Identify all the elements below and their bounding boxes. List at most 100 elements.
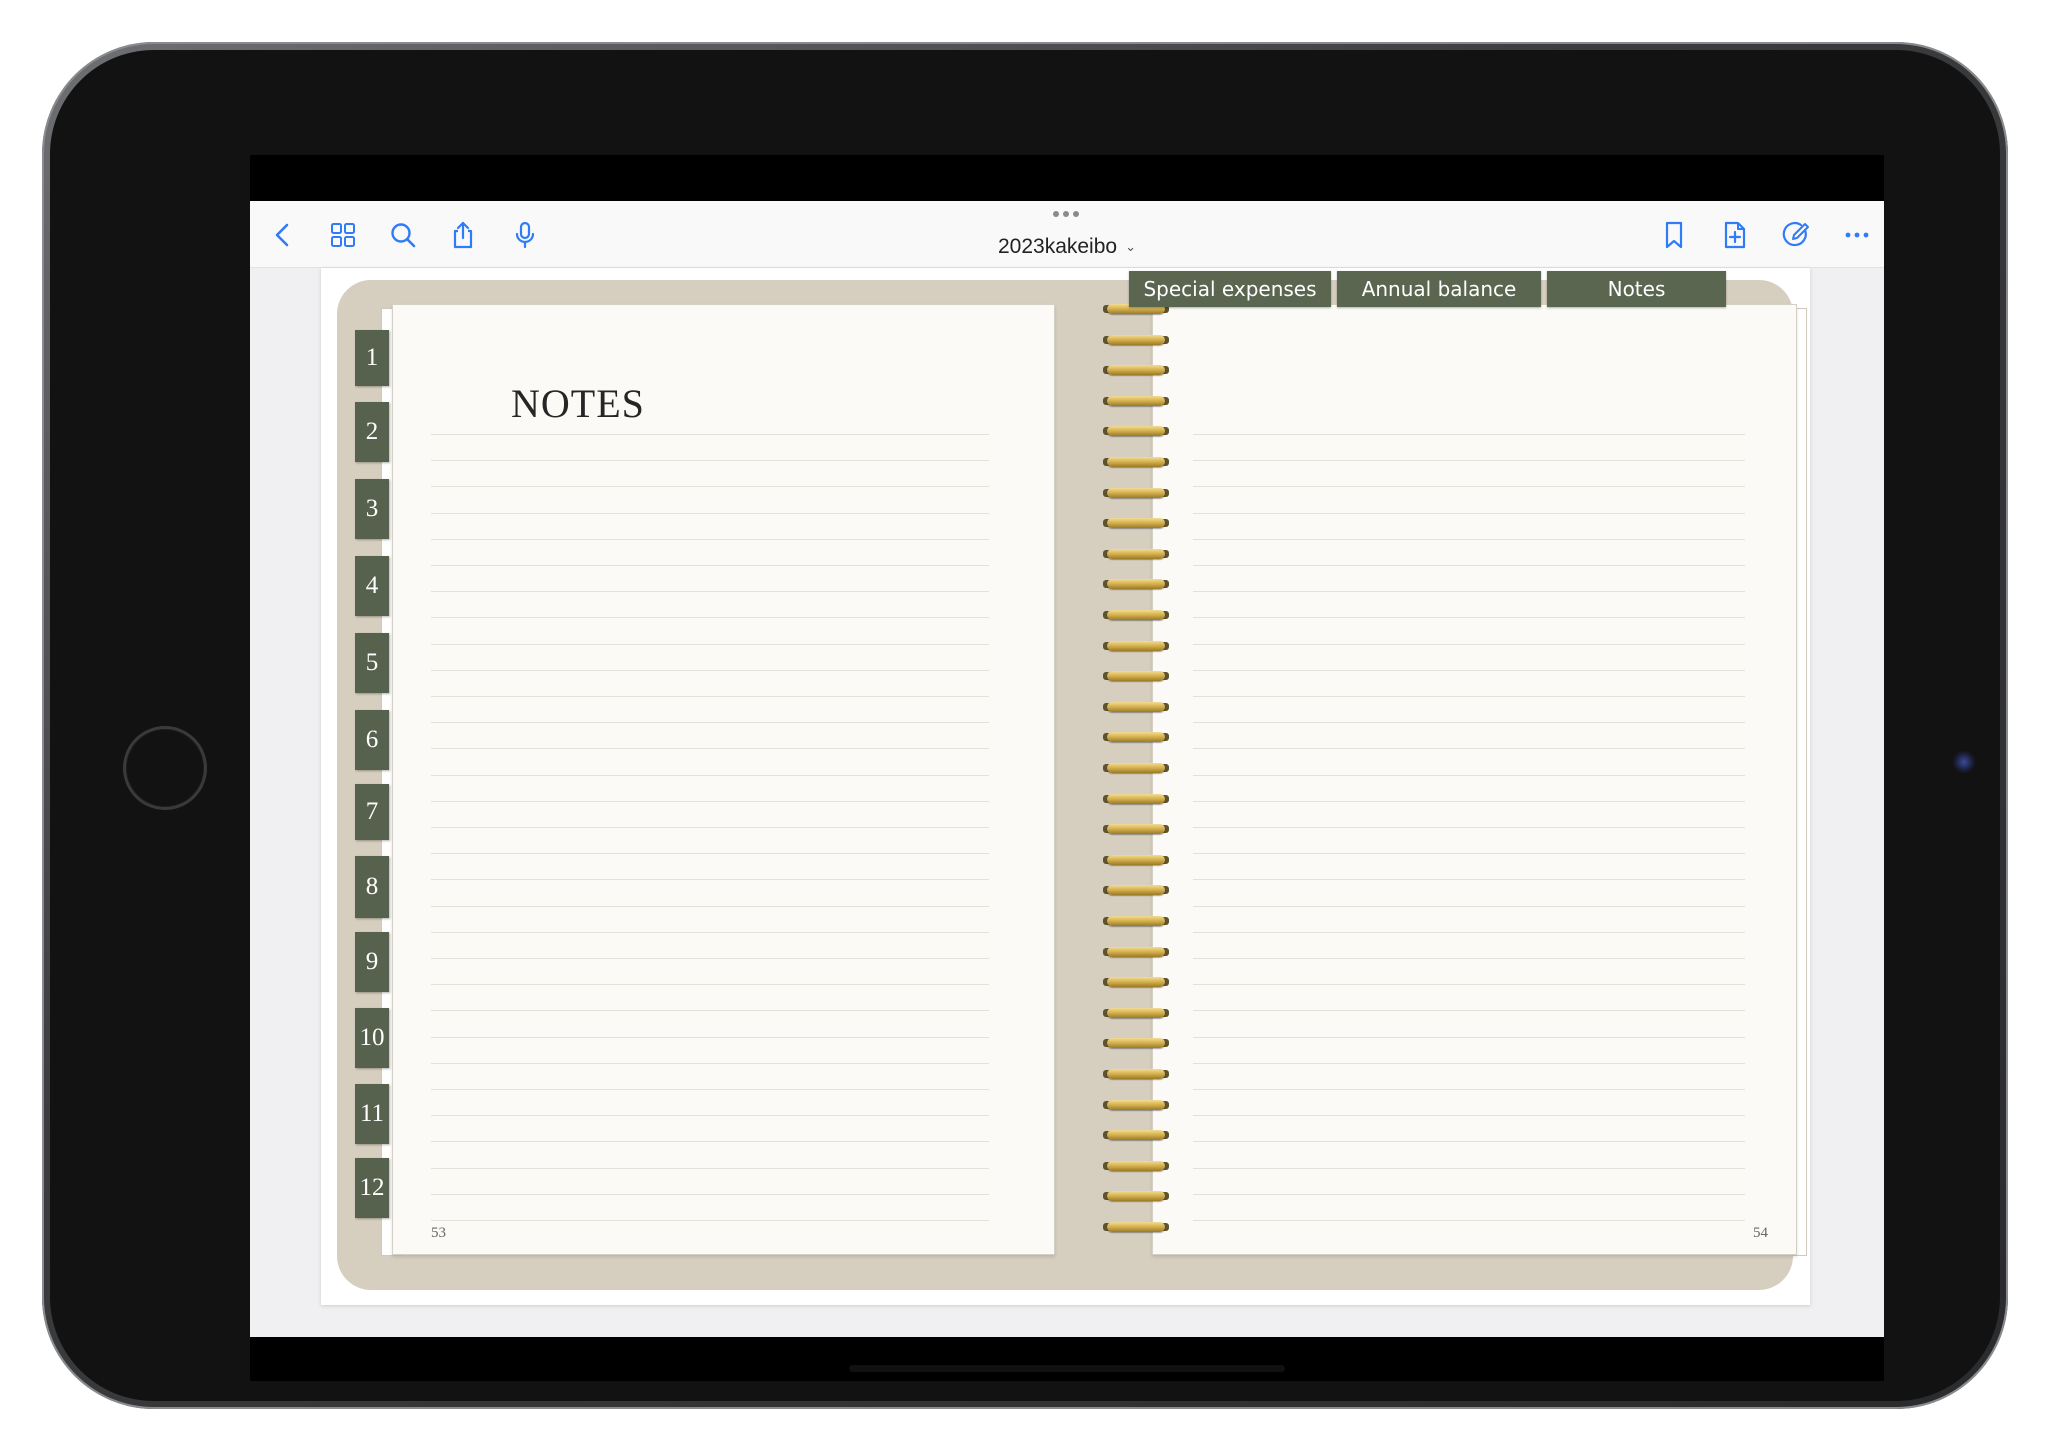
spiral-binding [1101, 302, 1171, 1242]
month-tab-3[interactable]: 3 [355, 479, 389, 539]
ring-wire [1107, 334, 1165, 345]
ring-wire [1107, 1222, 1165, 1232]
ruled-line [1193, 434, 1745, 435]
ring-wire [1107, 640, 1165, 651]
tab-label: Annual balance [1361, 277, 1517, 301]
spiral-ring [1101, 822, 1171, 836]
ruled-line [1193, 722, 1745, 724]
spiral-ring [1101, 516, 1171, 530]
ring-wire [1107, 395, 1165, 406]
document-canvas[interactable]: NOTES 53 54 Special expenses Annual bala… [250, 268, 1884, 1337]
month-tab-10[interactable]: 10 [355, 1008, 389, 1068]
bookmark-button[interactable] [1655, 216, 1693, 254]
pencil-circle-icon [1782, 222, 1809, 247]
tab-label: Special expenses [1143, 277, 1317, 301]
ring-wire [1107, 1160, 1165, 1171]
ellipsis-icon [1845, 232, 1869, 238]
ruled-line [1193, 1220, 1745, 1221]
spiral-ring [1101, 792, 1171, 806]
ruled-line [1193, 696, 1745, 697]
spiral-ring [1101, 333, 1171, 347]
month-tab-2[interactable]: 2 [355, 402, 389, 462]
right-page[interactable]: 54 [1152, 304, 1797, 1255]
spiral-ring [1101, 486, 1171, 500]
ruled-line [431, 591, 989, 593]
ring-wire [1107, 1007, 1165, 1018]
month-tab-label: 1 [365, 344, 379, 371]
ring-wire [1107, 548, 1165, 559]
ruled-line [1193, 538, 1745, 540]
left-page[interactable]: NOTES 53 [392, 304, 1055, 1255]
multitasking-grabber[interactable] [1053, 211, 1079, 217]
spiral-ring [1101, 1128, 1171, 1142]
ruled-line [1193, 1193, 1745, 1195]
ring-wire [1107, 824, 1165, 835]
ring-wire [1107, 977, 1165, 988]
ruled-line [1193, 591, 1745, 593]
ring-wire [1107, 365, 1165, 376]
spiral-ring [1101, 394, 1171, 408]
month-tab-6[interactable]: 6 [355, 710, 389, 770]
ruled-line [1193, 1115, 1745, 1117]
ring-wire [1107, 426, 1165, 437]
top-toolbar: 2023kakeibo ⌄ [250, 201, 1884, 268]
tab-annual-balance[interactable]: Annual balance [1337, 271, 1541, 307]
home-indicator[interactable] [849, 1365, 1285, 1372]
ring-wire [1107, 701, 1165, 712]
ring-wire [1107, 610, 1165, 620]
home-button[interactable] [123, 726, 207, 810]
ruled-line [1193, 1089, 1745, 1090]
spiral-ring [1101, 1098, 1171, 1112]
month-tab-label: 4 [365, 572, 379, 599]
ruled-line [1193, 879, 1745, 881]
ring-wire [1107, 885, 1165, 896]
ruled-line [431, 879, 989, 881]
month-tab-label: 6 [365, 726, 379, 753]
add-page-button[interactable] [1716, 216, 1754, 254]
spiral-ring [1101, 363, 1171, 377]
ruled-line [431, 643, 989, 645]
document-title[interactable]: 2023kakeibo ⌄ [250, 235, 1884, 259]
ring-wire [1107, 487, 1165, 498]
month-tab-8[interactable]: 8 [355, 856, 389, 918]
month-tab-5[interactable]: 5 [355, 633, 389, 693]
month-tab-label: 10 [359, 1024, 385, 1051]
month-tab-4[interactable]: 4 [355, 556, 389, 616]
ruled-line [431, 1036, 989, 1038]
ring-wire [1107, 763, 1165, 773]
ring-wire [1107, 671, 1165, 682]
ruled-line [431, 984, 989, 986]
more-button[interactable] [1838, 216, 1876, 254]
edit-mode-button[interactable] [1777, 216, 1815, 254]
chevron-down-icon: ⌄ [1125, 239, 1136, 254]
spiral-ring [1101, 424, 1171, 438]
month-tab-label: 5 [365, 649, 379, 676]
ruled-line [1193, 565, 1745, 566]
ring-wire [1107, 1069, 1165, 1079]
ruled-line [1193, 958, 1745, 959]
screen: 2023kakeibo ⌄ NOTES 53 54 Special expens… [250, 155, 1884, 1381]
spiral-ring [1101, 1006, 1171, 1020]
month-tab-11[interactable]: 11 [355, 1084, 389, 1144]
spiral-ring [1101, 853, 1171, 867]
ruled-line [431, 931, 989, 933]
bookmark-icon [1665, 221, 1683, 249]
ring-wire [1107, 1099, 1165, 1110]
ring-wire [1107, 518, 1165, 529]
tab-special-expenses[interactable]: Special expenses [1129, 271, 1331, 307]
page-number: 53 [431, 1225, 446, 1241]
ruled-line [431, 434, 989, 435]
ruled-line [431, 1115, 989, 1117]
ruled-line [431, 1089, 989, 1090]
month-tab-1[interactable]: 1 [355, 330, 389, 386]
document-title-text: 2023kakeibo [997, 235, 1118, 258]
ruled-line [1193, 800, 1745, 802]
month-tab-7[interactable]: 7 [355, 784, 389, 840]
tab-notes[interactable]: Notes [1547, 271, 1726, 307]
spiral-ring [1101, 577, 1171, 591]
spiral-ring [1101, 669, 1171, 683]
ruled-line [1193, 460, 1745, 462]
month-tab-9[interactable]: 9 [355, 932, 389, 992]
ruled-line [1193, 486, 1745, 488]
month-tab-12[interactable]: 12 [355, 1158, 389, 1218]
